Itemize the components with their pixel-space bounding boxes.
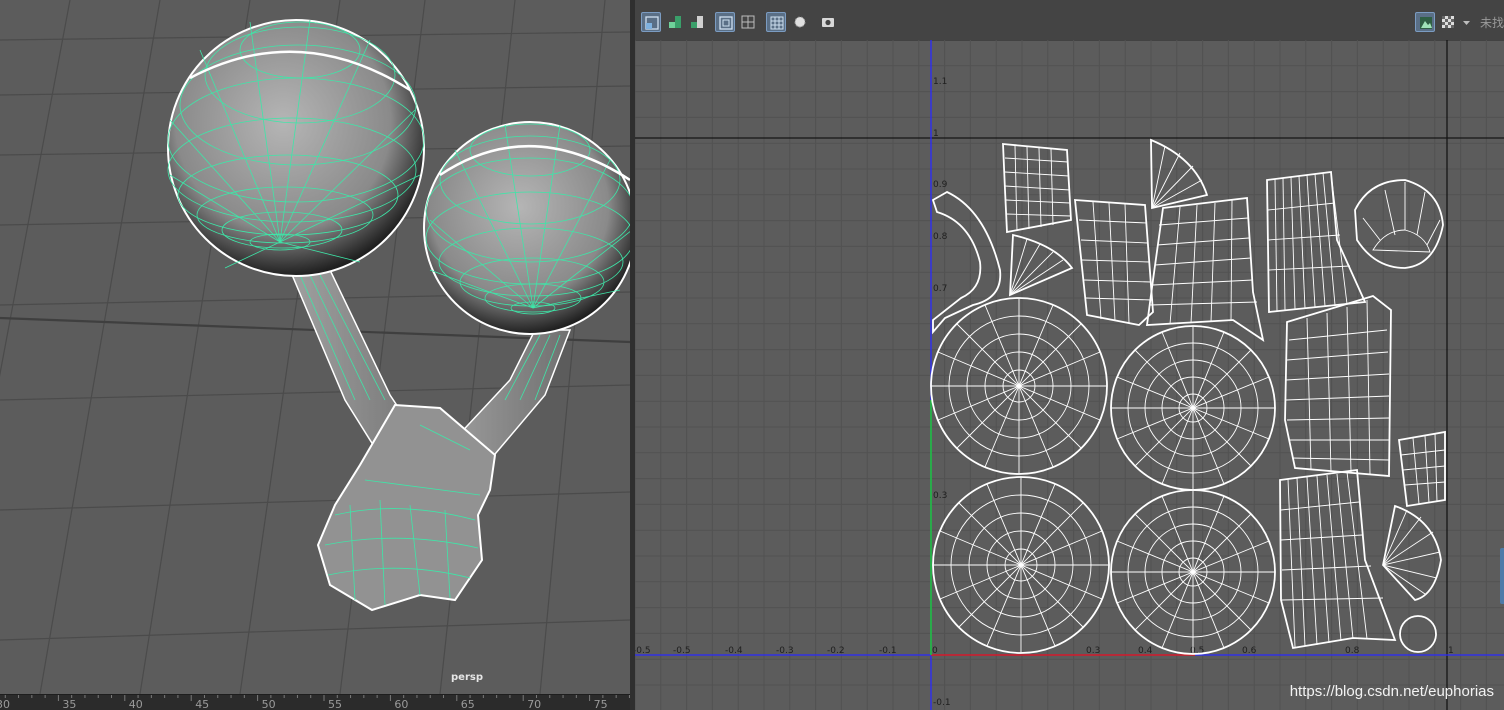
ruler-tick-label: 30 xyxy=(0,698,10,710)
ruler-tick-label: 60 xyxy=(394,698,408,710)
u-label: -0.5 xyxy=(673,646,691,656)
v-label: 0.8 xyxy=(933,232,948,242)
ruler-tick-label: 40 xyxy=(129,698,143,710)
uv-editor-panel[interactable]: 未找 -0.5 -0.5 -0.4 -0.3 -0.2 -0.1 0 0.3 0… xyxy=(635,0,1504,710)
shaded-display-button[interactable] xyxy=(790,12,810,32)
uv-shell-disc-4[interactable] xyxy=(1110,489,1276,655)
v-label: 1 xyxy=(933,129,939,139)
ruler-tick-label: 65 xyxy=(461,698,475,710)
ruler-tick-label: 55 xyxy=(328,698,342,710)
options-dropdown[interactable] xyxy=(1460,12,1472,32)
snapshot-button[interactable] xyxy=(818,12,838,32)
grid-button[interactable] xyxy=(738,12,758,32)
uv-stack-button[interactable] xyxy=(665,12,685,32)
toolbar-truncated-text: 未找 xyxy=(1479,16,1504,30)
mushroom-base[interactable] xyxy=(316,403,497,612)
uv-toolbar: 未找 xyxy=(635,0,1504,41)
u-label: -0.5 xyxy=(635,646,651,656)
perspective-viewport[interactable]: persp 30 35 40 45 50 55 60 65 70 75 xyxy=(0,0,630,710)
dropdown-arrow-icon xyxy=(1463,21,1470,25)
uv-layout-icon xyxy=(691,16,703,28)
viewport-scene xyxy=(0,0,630,694)
ruler-tick-label: 75 xyxy=(594,698,608,710)
v-label: 0.9 xyxy=(933,180,948,190)
camera-label: persp xyxy=(451,672,483,683)
ruler-tick-label: 35 xyxy=(62,698,76,710)
uv-shell-disc-2[interactable] xyxy=(1110,325,1276,491)
frame-uv-button[interactable] xyxy=(715,12,735,32)
uv-shell-small-patch[interactable] xyxy=(1398,430,1446,508)
sphere-right[interactable] xyxy=(423,121,630,335)
uv-tile-icon xyxy=(645,16,659,30)
uv-stack-icon xyxy=(669,16,681,28)
u-label: -0.4 xyxy=(725,646,743,656)
u-label: 0.6 xyxy=(1242,646,1257,656)
checker-grid-icon xyxy=(770,16,784,30)
uv-shell-curved-strip[interactable] xyxy=(931,190,1002,335)
u-label: 0 xyxy=(932,646,938,656)
grid-icon xyxy=(741,15,755,29)
uv-shell-disc-3[interactable] xyxy=(932,476,1110,654)
uv-shell-disc-1[interactable] xyxy=(930,297,1108,475)
u-label: -0.3 xyxy=(776,646,794,656)
u-label: 1 xyxy=(1448,646,1454,656)
uv-shell-bottom-strip[interactable] xyxy=(1279,468,1397,650)
ruler-tick-label: 50 xyxy=(262,698,276,710)
v-label: -0.1 xyxy=(933,698,951,708)
v-label: 0.7 xyxy=(933,284,947,294)
sphere-left[interactable] xyxy=(167,19,425,277)
uv-shells[interactable] xyxy=(930,138,1446,655)
uv-tile-button[interactable] xyxy=(641,12,661,32)
timeline-ruler[interactable]: 30 35 40 45 50 55 60 65 70 75 xyxy=(0,694,630,710)
ruler-tick-label: 70 xyxy=(527,698,541,710)
v-label: 0.3 xyxy=(933,491,947,501)
uv-shell-grid-patch-c[interactable] xyxy=(1284,295,1392,477)
u-label: -0.2 xyxy=(827,646,845,656)
u-label: -0.1 xyxy=(879,646,897,656)
checker-button[interactable] xyxy=(1438,12,1458,32)
u-label: 0.4 xyxy=(1138,646,1153,656)
u-label: 0.8 xyxy=(1345,646,1360,656)
texture-display-button[interactable] xyxy=(1415,12,1435,32)
checker-icon xyxy=(1442,16,1454,28)
texture-display-icon xyxy=(1420,17,1432,29)
uv-shell-grid-patch-b[interactable] xyxy=(1145,196,1265,342)
ruler-tick-label: 45 xyxy=(195,698,209,710)
ruler-ticks: 30 35 40 45 50 55 60 65 70 75 xyxy=(0,695,630,710)
uv-canvas[interactable]: -0.5 -0.5 -0.4 -0.3 -0.2 -0.1 0 0.3 0.4 … xyxy=(635,40,1504,710)
uv-shell-small-circle[interactable] xyxy=(1399,615,1437,653)
v-label: 1.1 xyxy=(933,77,947,87)
uv-layout-button[interactable] xyxy=(687,12,707,32)
u-label: 0.3 xyxy=(1086,646,1100,656)
snapshot-icon xyxy=(822,18,834,27)
checker-grid-button[interactable] xyxy=(766,12,786,32)
uv-scroll-handle[interactable] xyxy=(1500,548,1504,604)
watermark-text: https://blog.csdn.net/euphorias xyxy=(1289,683,1494,700)
frame-uv-icon xyxy=(719,16,733,30)
uv-shell-fan-bottom[interactable] xyxy=(1382,504,1442,602)
shaded-sphere-icon xyxy=(794,16,806,28)
